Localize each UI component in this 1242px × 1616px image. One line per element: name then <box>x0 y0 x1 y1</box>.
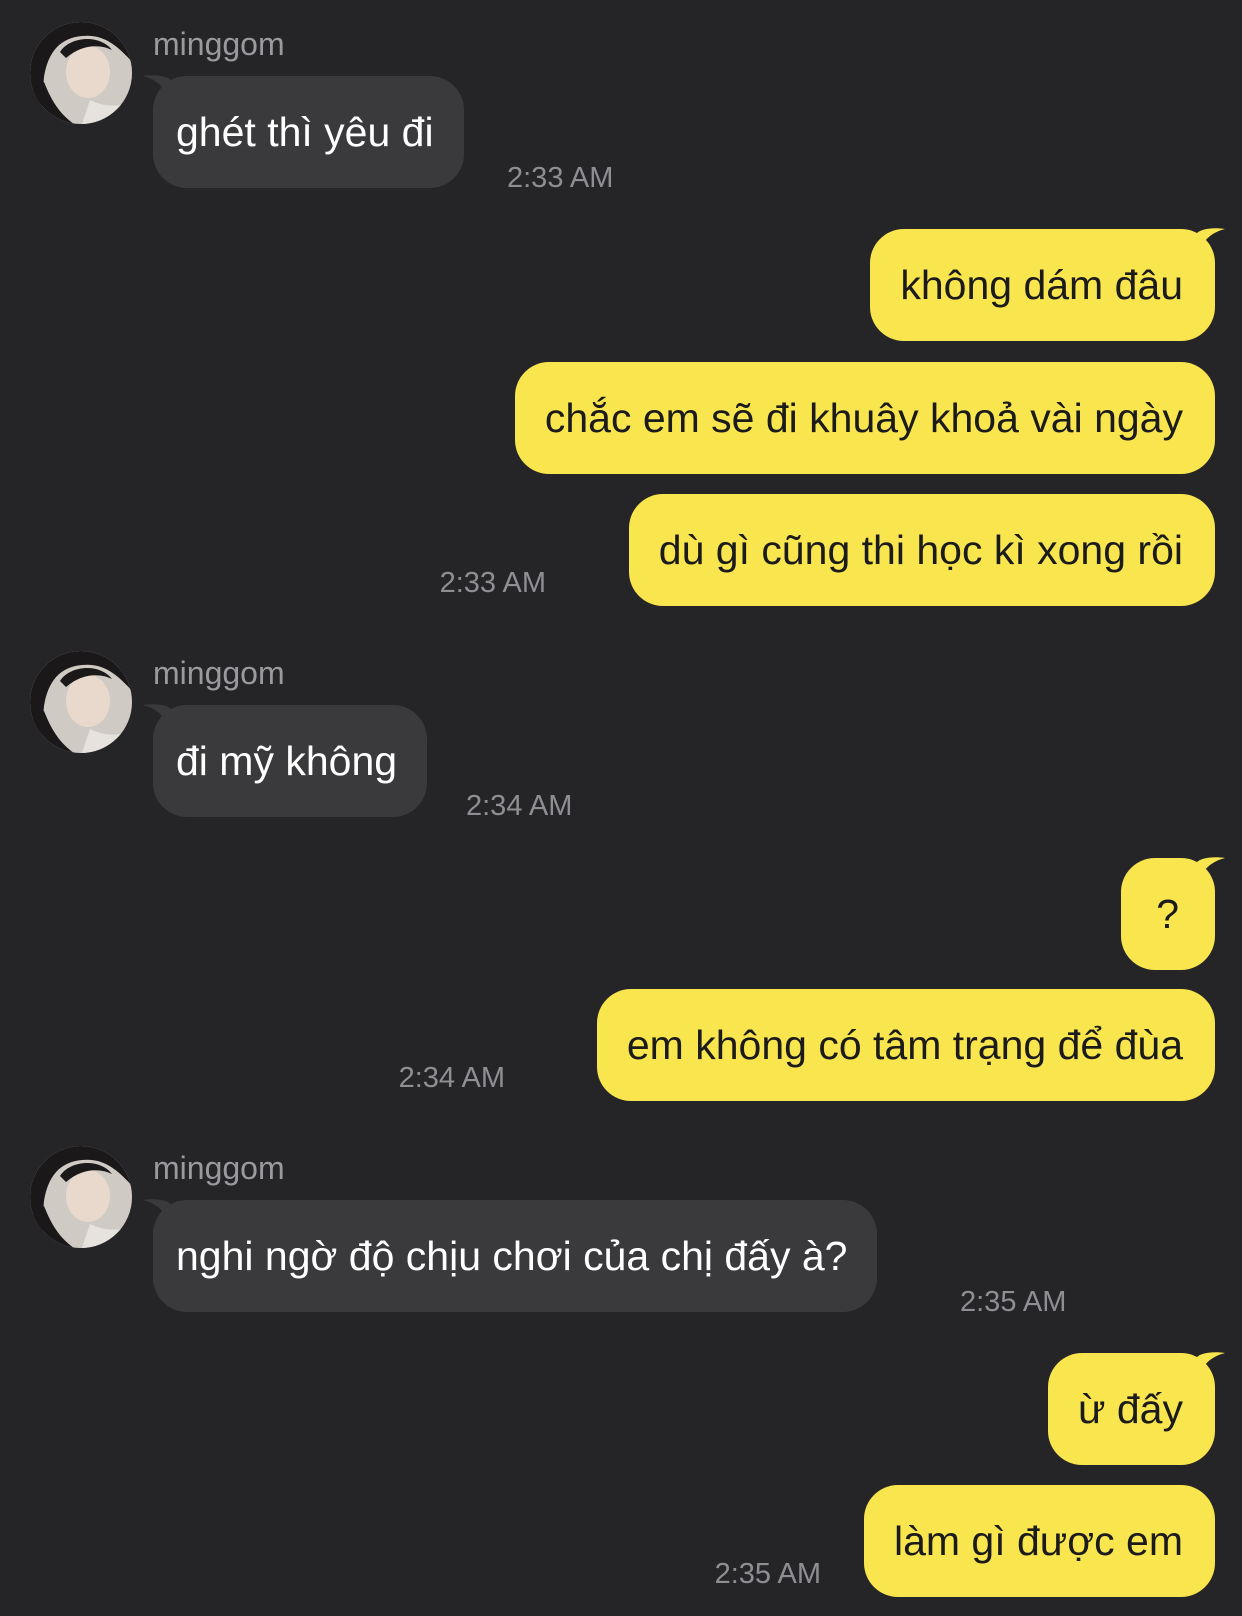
message-timestamp: 2:34 AM <box>398 1062 505 1094</box>
message-text: ghét thì yêu đi <box>176 109 434 155</box>
outgoing-message-bubble[interactable]: ừ đấy <box>1048 1352 1225 1465</box>
message-text: chắc em sẽ đi khuây khoả vài ngày <box>544 395 1183 441</box>
message-text: em không có tâm trạng để đùa <box>626 1022 1183 1068</box>
sender-name: minggom <box>153 1150 285 1186</box>
bubble-tail-icon <box>141 703 171 733</box>
bubble-tail-icon <box>1197 227 1227 257</box>
profile-photo-icon <box>30 1146 132 1248</box>
message-timestamp: 2:33 AM <box>439 567 546 599</box>
bubble-tail-icon <box>141 1198 171 1228</box>
message-text: ? <box>1156 891 1179 937</box>
message-timestamp: 2:33 AM <box>507 162 614 194</box>
bubble-tail-icon <box>1197 1351 1227 1381</box>
message-text: ừ đấy <box>1078 1386 1183 1432</box>
sender-name: minggom <box>153 655 285 691</box>
message-timestamp: 2:34 AM <box>466 790 573 822</box>
message-timestamp: 2:35 AM <box>714 1558 821 1590</box>
outgoing-message-bubble[interactable]: làm gì được em <box>863 1485 1215 1597</box>
message-text: đi mỹ không <box>176 738 398 784</box>
outgoing-message-bubble[interactable]: chắc em sẽ đi khuây khoả vài ngày <box>514 362 1215 474</box>
message-timestamp: 2:35 AM <box>960 1286 1067 1318</box>
message-text: nghi ngờ độ chịu chơi của chị đấy à? <box>176 1233 848 1279</box>
avatar[interactable] <box>30 651 132 753</box>
avatar[interactable] <box>30 22 132 124</box>
sender-name: minggom <box>153 26 285 62</box>
message-text: làm gì được em <box>893 1518 1183 1564</box>
avatar[interactable] <box>30 1146 132 1248</box>
chat-thread: minggom ghét thì yêu đi 2:33 AM không dá… <box>0 0 1242 1616</box>
profile-photo-icon <box>30 651 132 753</box>
outgoing-message-bubble[interactable]: dù gì cũng thi học kì xong rồi <box>628 494 1215 606</box>
outgoing-message-bubble[interactable]: không dám đâu <box>870 228 1225 341</box>
message-text: không dám đâu <box>900 262 1183 308</box>
incoming-message-bubble[interactable]: ghét thì yêu đi <box>143 75 464 188</box>
bubble-tail-icon <box>1197 856 1227 886</box>
incoming-message-bubble[interactable]: nghi ngờ độ chịu chơi của chị đấy à? <box>143 1199 878 1312</box>
outgoing-message-bubble[interactable]: em không có tâm trạng để đùa <box>596 989 1215 1101</box>
incoming-message-bubble[interactable]: đi mỹ không <box>143 704 428 817</box>
outgoing-message-bubble[interactable]: ? <box>1121 857 1225 970</box>
profile-photo-icon <box>30 22 132 124</box>
message-text: dù gì cũng thi học kì xong rồi <box>658 527 1183 573</box>
bubble-tail-icon <box>141 74 171 104</box>
